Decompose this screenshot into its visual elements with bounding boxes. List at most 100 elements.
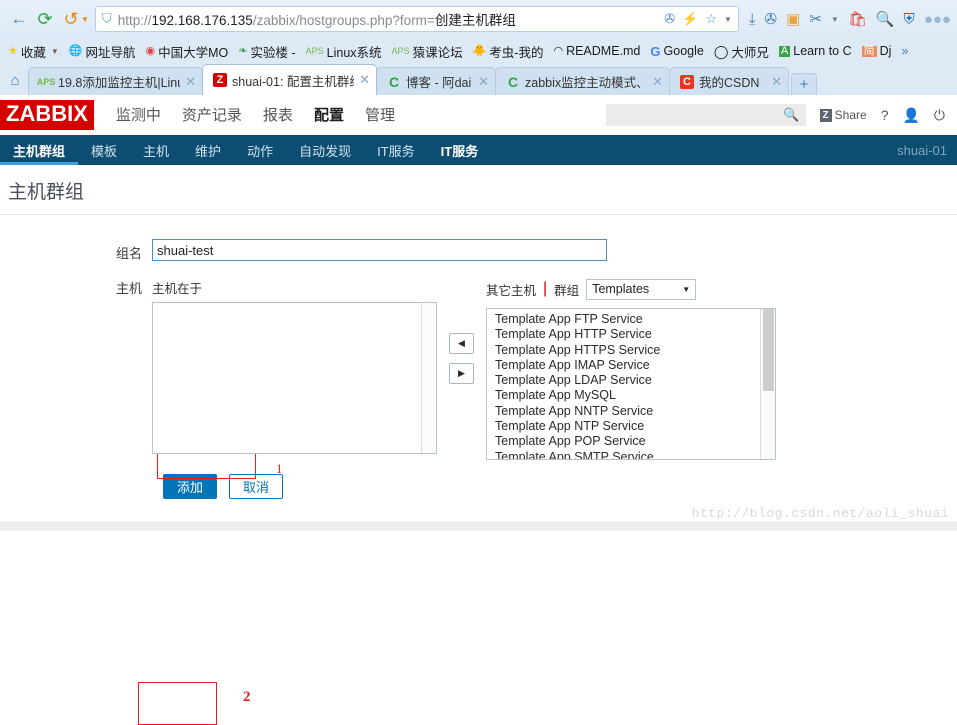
mooc-icon: ◉ <box>145 44 156 57</box>
hosts-in-listbox[interactable] <box>152 302 437 454</box>
subnav-item-host-groups[interactable]: 主机群组 <box>0 135 79 165</box>
leaf-icon[interactable]: ✇ <box>765 10 778 28</box>
bookmark-item[interactable]: APS Linux系统 <box>303 41 385 62</box>
nav-item-administration[interactable]: 管理 <box>365 104 395 127</box>
lightning-icon[interactable]: ⚡ <box>682 11 698 27</box>
move-left-button[interactable]: ◀ <box>449 333 474 354</box>
nav-item-monitoring[interactable]: 监测中 <box>116 104 161 127</box>
subnav-item-event-correlation[interactable]: 自动发现 <box>286 135 364 165</box>
close-icon[interactable]: ✕ <box>652 74 663 90</box>
list-item[interactable]: Template App FTP Service <box>495 312 775 327</box>
scrollbar-track[interactable] <box>421 303 436 453</box>
bookmark-item[interactable]: ◉ 中国大学MO <box>143 41 232 62</box>
send-to-phone-icon[interactable]: ▣ <box>786 10 800 28</box>
move-right-button[interactable]: ▶ <box>449 363 474 384</box>
list-item[interactable]: Template App HTTP Service <box>495 327 775 342</box>
bookmark-item[interactable]: 🌐 网址导航 <box>66 41 139 62</box>
history-caret-icon[interactable]: ▼ <box>81 15 89 24</box>
plus-icon: + <box>799 76 809 93</box>
download-icon[interactable]: ⤓ <box>749 11 756 28</box>
chevron-down-icon[interactable]: ▼ <box>724 15 732 24</box>
bookmark-item[interactable]: G Google <box>647 43 706 59</box>
edit-icon[interactable]: ✇ <box>664 11 675 27</box>
cancel-button[interactable]: 取消 <box>229 474 283 499</box>
bookmarks-overflow[interactable]: » <box>898 43 911 59</box>
list-item[interactable]: Template App SMTP Service <box>495 450 775 459</box>
bookmark-label: 猿课论坛 <box>412 45 463 60</box>
browser-chrome: ← ⟳ ↺ ▼ ⛉ http://192.168.176.135/zabbix/… <box>0 0 957 95</box>
user-icon[interactable]: 👤 <box>902 107 919 124</box>
google-icon: G <box>650 43 661 59</box>
page-title: 主机群组 <box>0 165 957 214</box>
tab-title: zabbix监控主动模式、 <box>525 76 648 90</box>
nav-item-configuration[interactable]: 配置 <box>314 104 344 127</box>
zabbix-logo: ZABBIX <box>0 100 94 130</box>
group-select-value: Templates <box>592 282 650 296</box>
list-item[interactable]: Template App LDAP Service <box>495 373 775 388</box>
star-icon[interactable]: ☆ <box>705 11 717 27</box>
nav-item-reports[interactable]: 报表 <box>263 104 293 127</box>
group-select[interactable]: Templates ▼ <box>586 278 697 300</box>
other-hosts-listbox[interactable]: Template App FTP Service Template App HT… <box>486 308 776 460</box>
scrollbar-thumb[interactable] <box>763 309 774 391</box>
search-page-icon[interactable]: 🔍 <box>876 10 895 28</box>
subnav-item-actions[interactable]: 动作 <box>234 135 286 165</box>
main-navigation: 监测中 资产记录 报表 配置 管理 <box>116 104 395 127</box>
back-arrow-icon[interactable]: ← <box>6 6 32 32</box>
bookmark-item[interactable]: ★ 收藏 ▼ <box>5 41 62 62</box>
bookmark-item[interactable]: ❧ 实验楼 - <box>235 41 298 62</box>
csdn-green-icon: C <box>507 73 519 90</box>
tab-title: 博客 - 阿dai <box>406 76 472 90</box>
subnav-item-hosts[interactable]: 主机 <box>130 135 182 165</box>
subnav-item-maintenance[interactable]: 维护 <box>182 135 234 165</box>
bookmark-item[interactable]: 🐥 考虫-我的 <box>470 41 547 62</box>
list-item[interactable]: Template App NTP Service <box>495 419 775 434</box>
question-icon[interactable]: ? <box>881 107 889 123</box>
subnav-item-discovery[interactable]: IT服务 <box>364 135 428 165</box>
subnav-item-templates[interactable]: 模板 <box>78 135 130 165</box>
bookmark-item[interactable]: A Learn to C <box>776 43 855 59</box>
bookmark-label: Learn to C <box>793 44 852 58</box>
browser-tab[interactable]: C zabbix监控主动模式、 ✕ <box>495 67 670 95</box>
csdn-green-icon: C <box>388 73 400 90</box>
bookmark-item[interactable]: ◯ 大师兄 <box>711 41 772 62</box>
browser-tab[interactable]: C 博客 - 阿dai ✕ <box>376 67 496 95</box>
close-icon[interactable]: ✕ <box>478 74 489 90</box>
refresh-icon[interactable]: ⟳ <box>32 6 58 32</box>
shop-icon[interactable]: 🛍 <box>848 10 867 28</box>
more-icon[interactable]: ●●● <box>924 11 951 28</box>
group-name-input[interactable] <box>152 239 607 261</box>
scissors-icon[interactable]: ✂ <box>809 10 822 28</box>
list-item[interactable]: Template App HTTPS Service <box>495 343 775 358</box>
browser-tab-active[interactable]: Z shuai-01: 配置主机群组 ✕ <box>202 64 377 95</box>
share-badge-icon: Z <box>819 108 832 122</box>
bookmark-item[interactable]: ◠ README.md <box>550 43 643 59</box>
home-icon[interactable]: ⌂ <box>2 65 28 95</box>
list-item[interactable]: Template App MySQL <box>495 388 775 403</box>
subnav-item-it-services[interactable]: IT服务 <box>428 135 492 165</box>
bookmark-item[interactable]: 简 Dj <box>859 43 895 59</box>
shield-badge-icon[interactable]: ⛨ <box>904 11 915 28</box>
browser-tab[interactable]: C 我的CSDN ✕ <box>669 67 789 95</box>
bookmark-label: 实验楼 - <box>250 45 296 60</box>
new-tab-button[interactable]: + <box>791 73 817 95</box>
list-item[interactable]: Template App NNTP Service <box>495 404 775 419</box>
csdn-red-icon: C <box>680 74 694 89</box>
bookmark-item[interactable]: APS 猿课论坛 <box>389 41 466 62</box>
share-button[interactable]: Z Share <box>819 108 867 122</box>
nav-item-inventory[interactable]: 资产记录 <box>182 104 242 127</box>
add-button[interactable]: 添加 <box>163 474 217 499</box>
chevron-down-icon: ▼ <box>50 46 59 56</box>
power-icon[interactable]: ⏻ <box>934 107 945 124</box>
list-item[interactable]: Template App IMAP Service <box>495 358 775 373</box>
group-name-label: 组名 <box>115 246 142 261</box>
close-icon[interactable]: ✕ <box>771 74 782 90</box>
scrollbar-track[interactable] <box>760 309 775 459</box>
close-icon[interactable]: ✕ <box>359 72 370 88</box>
browser-tab[interactable]: APS 19.8添加监控主机|Linu ✕ <box>28 67 203 95</box>
address-bar[interactable]: ⛉ http://192.168.176.135/zabbix/hostgrou… <box>94 6 739 32</box>
chevron-down-icon[interactable]: ▼ <box>831 15 839 24</box>
search-input[interactable]: 🔍 <box>605 104 806 126</box>
close-icon[interactable]: ✕ <box>185 74 196 90</box>
list-item[interactable]: Template App POP Service <box>495 434 775 449</box>
